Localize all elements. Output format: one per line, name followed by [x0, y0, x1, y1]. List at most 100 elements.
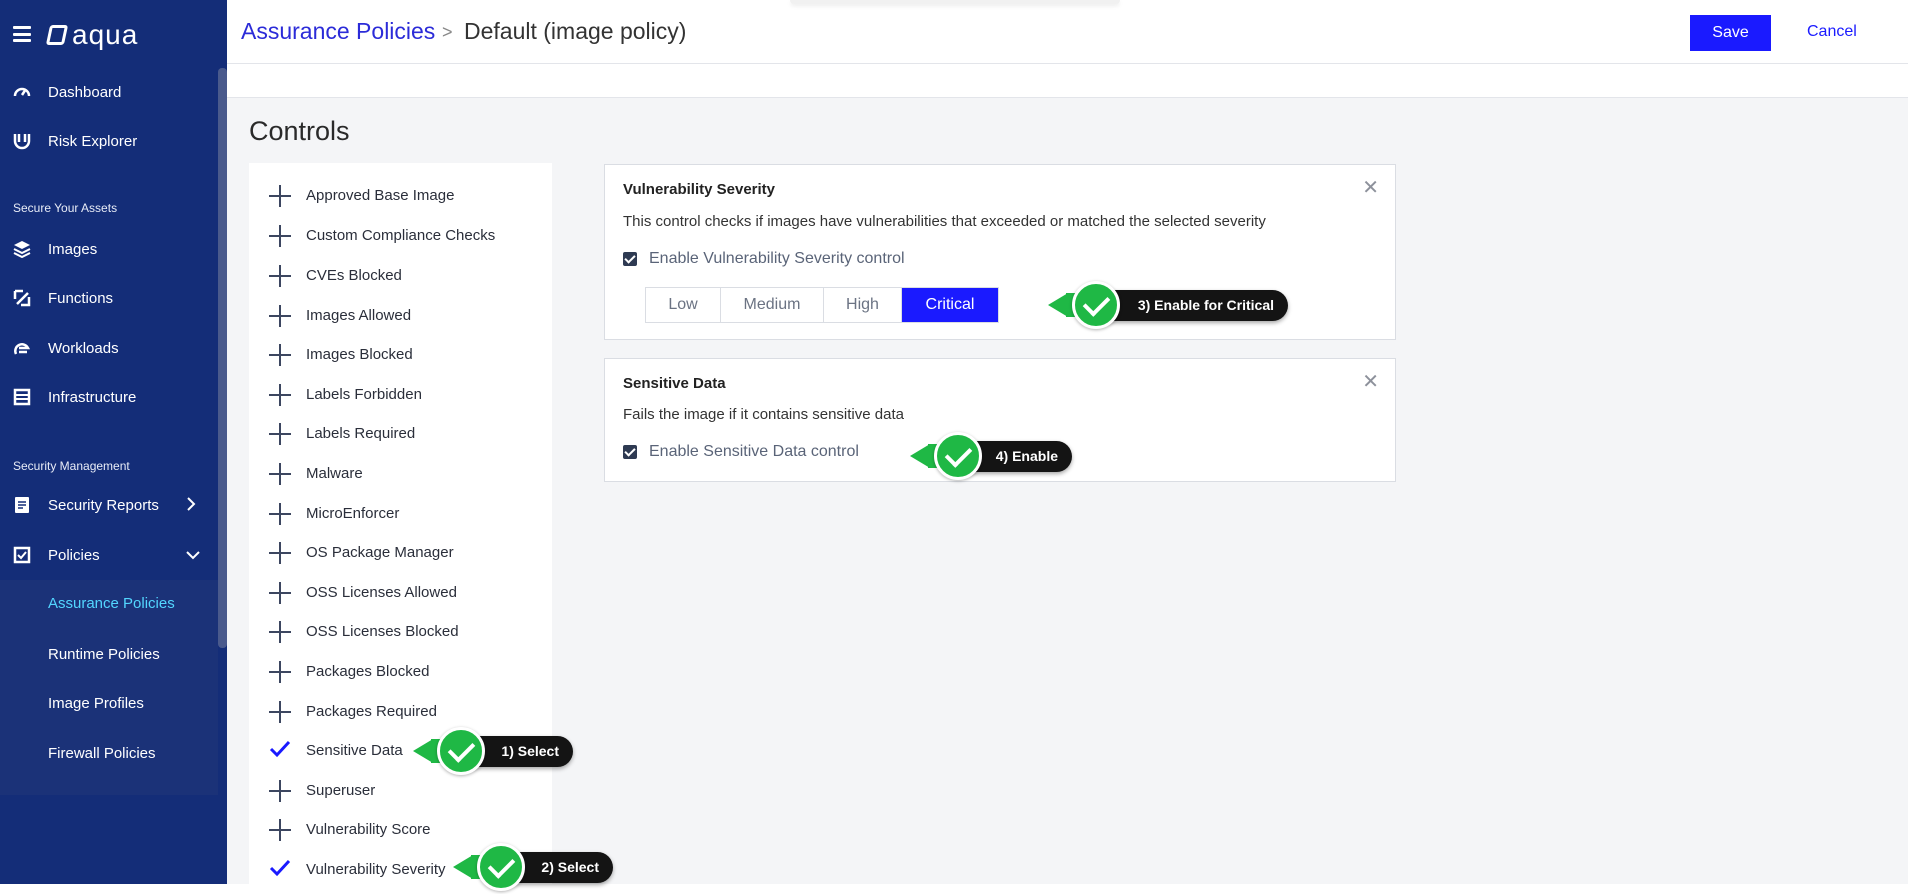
sidebar-item-label: Infrastructure	[48, 388, 137, 406]
enable-sensitive-data-label: Enable Sensitive Data control	[649, 443, 859, 460]
control-label: Packages Required	[306, 703, 437, 720]
control-item-microenforcer[interactable]: MicroEnforcer	[249, 495, 552, 533]
checkmark-icon	[269, 857, 291, 879]
sidebar-scrollbar[interactable]	[218, 68, 227, 648]
sidebar-item-functions[interactable]: Functions	[0, 278, 218, 318]
control-item-oss-licenses-allowed[interactable]: OSS Licenses Allowed	[249, 574, 552, 612]
aqua-logo-mark-icon	[45, 25, 69, 45]
callout-text: 4) Enable	[995, 448, 1058, 464]
save-button[interactable]: Save	[1690, 15, 1771, 51]
control-label: CVEs Blocked	[306, 267, 402, 284]
green-checkmark-badge-icon	[477, 843, 525, 891]
control-label: Images Blocked	[306, 346, 413, 363]
sidebar-item-policies[interactable]: Policies	[0, 535, 218, 575]
breadcrumb-assurance-policies[interactable]: Assurance Policies	[241, 18, 435, 45]
checkmark-icon	[269, 738, 291, 760]
controls-list: Approved Base Image Custom Compliance Ch…	[249, 163, 552, 884]
control-item-packages-blocked[interactable]: Packages Blocked	[249, 653, 552, 691]
header-strip	[227, 64, 1908, 98]
workloads-icon	[13, 339, 31, 357]
control-item-packages-required[interactable]: Packages Required	[249, 693, 552, 731]
sidebar-item-label: Security Reports	[48, 496, 159, 514]
control-item-cves-blocked[interactable]: CVEs Blocked	[249, 257, 552, 295]
plus-icon	[269, 503, 291, 525]
sidebar-item-security-reports[interactable]: Security Reports	[0, 485, 218, 525]
plus-icon	[269, 185, 291, 207]
control-label: Packages Blocked	[306, 663, 430, 680]
sidebar-item-label: Risk Explorer	[48, 132, 138, 150]
sidebar-item-dashboard[interactable]: Dashboard	[0, 72, 218, 112]
card-description: Fails the image if it contains sensitive…	[623, 406, 904, 423]
sidebar-item-workloads[interactable]: Workloads	[0, 328, 218, 368]
page-title: Default (image policy)	[464, 18, 687, 44]
close-icon[interactable]: ✕	[1362, 372, 1379, 392]
green-checkmark-badge-icon	[437, 727, 485, 775]
severity-critical-button[interactable]: Critical	[902, 288, 998, 322]
callout-text: 3) Enable for Critical	[1137, 297, 1274, 313]
control-item-images-allowed[interactable]: Images Allowed	[249, 297, 552, 335]
control-item-approved-base-image[interactable]: Approved Base Image	[249, 177, 552, 215]
severity-segmented-control: Low Medium High Critical	[645, 287, 999, 323]
control-label: OS Package Manager	[306, 544, 454, 561]
sidebar-item-images[interactable]: Images	[0, 229, 218, 269]
control-item-oss-licenses-blocked[interactable]: OSS Licenses Blocked	[249, 613, 552, 651]
sidebar-item-risk-explorer[interactable]: Risk Explorer	[0, 121, 218, 161]
sidebar-subitem-runtime-policies[interactable]: Runtime Policies	[48, 646, 160, 663]
control-label: Sensitive Data	[306, 742, 403, 759]
green-checkmark-badge-icon	[934, 432, 982, 480]
control-label: Malware	[306, 465, 363, 482]
callout-step-3: 3) Enable for Critical	[1048, 281, 1288, 329]
severity-low-button[interactable]: Low	[646, 288, 721, 322]
severity-high-button[interactable]: High	[824, 288, 902, 322]
app-root: aqua Dashboard Risk Explorer Secure Your…	[0, 0, 1908, 894]
control-label: Labels Forbidden	[306, 386, 422, 403]
control-item-custom-compliance-checks[interactable]: Custom Compliance Checks	[249, 217, 552, 255]
chevron-down-icon	[186, 547, 200, 563]
plus-icon	[269, 384, 291, 406]
callout-arrow-icon	[1048, 293, 1068, 317]
sidebar-subitem-image-profiles[interactable]: Image Profiles	[48, 695, 144, 712]
control-label: MicroEnforcer	[306, 505, 400, 522]
sidebar-subitem-assurance-policies[interactable]: Assurance Policies	[48, 595, 175, 612]
sidebar-section-secure-assets: Secure Your Assets	[13, 201, 118, 215]
callout-arrow-icon	[453, 855, 473, 879]
card-title: Vulnerability Severity	[623, 181, 776, 198]
control-item-os-package-manager[interactable]: OS Package Manager	[249, 534, 552, 572]
header-overlay-shadow	[790, 0, 1120, 4]
sidebar-header: aqua	[0, 0, 227, 70]
control-label: Approved Base Image	[306, 187, 455, 204]
functions-icon	[13, 289, 31, 307]
green-checkmark-badge-icon	[1072, 281, 1120, 329]
sidebar-item-label: Workloads	[48, 339, 119, 357]
sidebar-item-infrastructure[interactable]: Infrastructure	[0, 377, 218, 417]
enable-vulnerability-severity-checkbox[interactable]	[623, 252, 637, 266]
control-label: Labels Required	[306, 425, 416, 442]
card-description: This control checks if images have vulne…	[623, 213, 1266, 230]
close-icon[interactable]: ✕	[1362, 178, 1379, 198]
callout-text: 2) Select	[541, 859, 599, 875]
hamburger-menu-icon[interactable]	[13, 26, 31, 42]
policies-icon	[13, 546, 31, 564]
plus-icon	[269, 819, 291, 841]
plus-icon	[269, 661, 291, 683]
plus-icon	[269, 423, 291, 445]
sidebar-subitem-firewall-policies[interactable]: Firewall Policies	[48, 745, 156, 762]
sidebar: aqua Dashboard Risk Explorer Secure Your…	[0, 0, 227, 884]
plus-icon	[269, 701, 291, 723]
aqua-logo[interactable]: aqua	[45, 18, 138, 52]
cancel-button[interactable]: Cancel	[1807, 23, 1857, 41]
control-item-labels-required[interactable]: Labels Required	[249, 415, 552, 453]
sidebar-item-label: Images	[48, 240, 98, 258]
control-item-malware[interactable]: Malware	[249, 455, 552, 493]
control-item-images-blocked[interactable]: Images Blocked	[249, 336, 552, 374]
severity-medium-button[interactable]: Medium	[721, 288, 824, 322]
control-item-superuser[interactable]: Superuser	[249, 772, 552, 810]
controls-heading: Controls	[249, 116, 350, 146]
control-label: OSS Licenses Allowed	[306, 584, 457, 601]
control-label: Vulnerability Severity	[306, 861, 446, 878]
top-header: Assurance Policies > Default (image poli…	[227, 0, 1908, 64]
sidebar-item-label: Functions	[48, 289, 114, 307]
control-item-labels-forbidden[interactable]: Labels Forbidden	[249, 376, 552, 414]
risk-explorer-icon	[13, 132, 31, 150]
enable-sensitive-data-checkbox[interactable]	[623, 445, 637, 459]
